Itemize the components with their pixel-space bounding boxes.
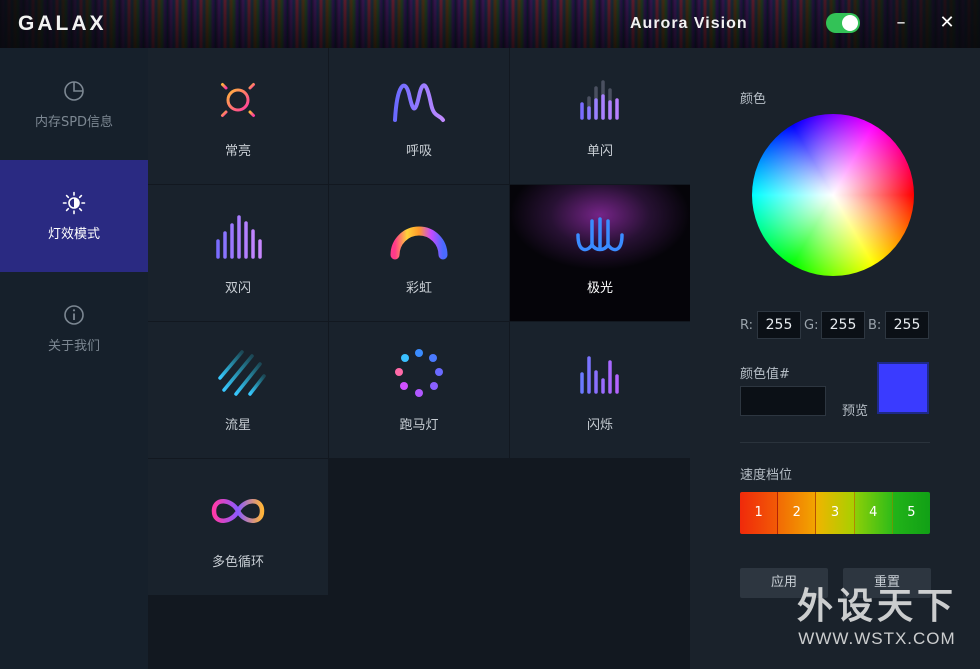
sidebar: 内存SPD信息 灯效模式 关于我们	[0, 48, 148, 669]
aurora-vision-brand: Aurora Vision	[630, 15, 748, 32]
mode-label: 极光	[586, 281, 613, 296]
mode-label: 常亮	[224, 144, 251, 159]
mode-tile-multicolor-cycle[interactable]: 多色循环	[148, 459, 328, 595]
meteor-icon	[218, 350, 266, 396]
hex-label: 颜色值#	[740, 367, 790, 382]
r-input[interactable]: 255	[757, 311, 801, 339]
sidebar-item-label: 内存SPD信息	[34, 114, 114, 130]
sidebar-item-light-mode[interactable]: 灯效模式	[0, 160, 148, 272]
sidebar-item-about[interactable]: 关于我们	[0, 272, 148, 384]
g-label: G:	[804, 318, 819, 333]
mode-tile-rainbow[interactable]: 彩虹	[329, 185, 509, 321]
mode-label: 跑马灯	[399, 418, 439, 433]
mode-tile-steady[interactable]: 常亮	[148, 48, 328, 184]
mode-label: 呼吸	[405, 144, 432, 159]
mode-tile-single-flash[interactable]: 单闪	[510, 48, 690, 184]
speed-level-5[interactable]: 5	[892, 492, 930, 534]
dots-ring-icon	[395, 349, 443, 397]
minimize-icon[interactable]: –	[888, 10, 914, 36]
close-icon[interactable]: ✕	[934, 10, 960, 36]
speed-level-3[interactable]: 3	[816, 492, 855, 534]
speed-selector: 1 2 3 4 5	[740, 492, 930, 534]
mode-label: 流星	[224, 418, 251, 433]
info-icon	[64, 304, 84, 325]
sun-icon	[214, 76, 262, 124]
speed-level-2[interactable]: 2	[778, 492, 817, 534]
b-input[interactable]: 255	[885, 311, 929, 339]
preview-label: 预览	[842, 404, 869, 419]
mode-tile-aurora[interactable]: 极光	[510, 185, 690, 321]
mode-tile-flicker[interactable]: 闪烁	[510, 322, 690, 458]
speed-label: 速度档位	[740, 468, 793, 483]
mode-label: 双闪	[224, 281, 251, 296]
color-wheel[interactable]	[752, 114, 914, 276]
light-mode-grid: 常亮 呼吸 单闪 双闪 彩虹 极光 流星 跑马灯 闪烁 多色循环	[148, 48, 690, 669]
galax-logo: GALAX	[18, 12, 107, 35]
b-label: B:	[868, 318, 882, 333]
flicker-bars-icon	[580, 356, 619, 394]
color-settings-panel: 颜色 R: 255 G: 255 B: 255 颜色值# 预览 速度档位 1 2…	[690, 48, 980, 669]
sidebar-item-label: 关于我们	[47, 338, 100, 354]
sidebar-item-label: 灯效模式	[47, 226, 100, 242]
toggle-knob	[842, 15, 858, 31]
power-toggle[interactable]	[826, 13, 860, 33]
speed-level-4[interactable]: 4	[854, 492, 893, 534]
mode-tile-double-flash[interactable]: 双闪	[148, 185, 328, 321]
preview-swatch	[877, 362, 929, 414]
brightness-icon	[62, 191, 86, 214]
mode-tile-breathing[interactable]: 呼吸	[329, 48, 509, 184]
pie-chart-icon	[64, 80, 84, 101]
color-label: 颜色	[740, 92, 767, 107]
g-input[interactable]: 255	[821, 311, 865, 339]
rainbow-icon	[390, 226, 448, 260]
speed-level-1[interactable]: 1	[740, 492, 779, 534]
mode-label: 彩虹	[405, 281, 432, 296]
title-bar: GALAX Aurora Vision – ✕	[0, 0, 980, 48]
mode-label: 单闪	[586, 144, 613, 159]
mode-label: 闪烁	[586, 418, 613, 433]
infinity-icon	[211, 499, 265, 523]
divider	[740, 442, 930, 443]
double-bars-icon	[216, 215, 262, 259]
aurora-icon	[576, 217, 624, 252]
reset-button[interactable]: 重置	[843, 568, 931, 598]
mode-label: 多色循环	[211, 555, 264, 570]
mode-tile-marquee[interactable]: 跑马灯	[329, 322, 509, 458]
r-label: R:	[740, 318, 754, 333]
sidebar-item-spd-info[interactable]: 内存SPD信息	[0, 48, 148, 160]
mode-tile-meteor[interactable]: 流星	[148, 322, 328, 458]
apply-button[interactable]: 应用	[740, 568, 828, 598]
bars-icon	[580, 80, 619, 120]
hex-input[interactable]	[740, 386, 826, 416]
wave-icon	[393, 83, 445, 122]
